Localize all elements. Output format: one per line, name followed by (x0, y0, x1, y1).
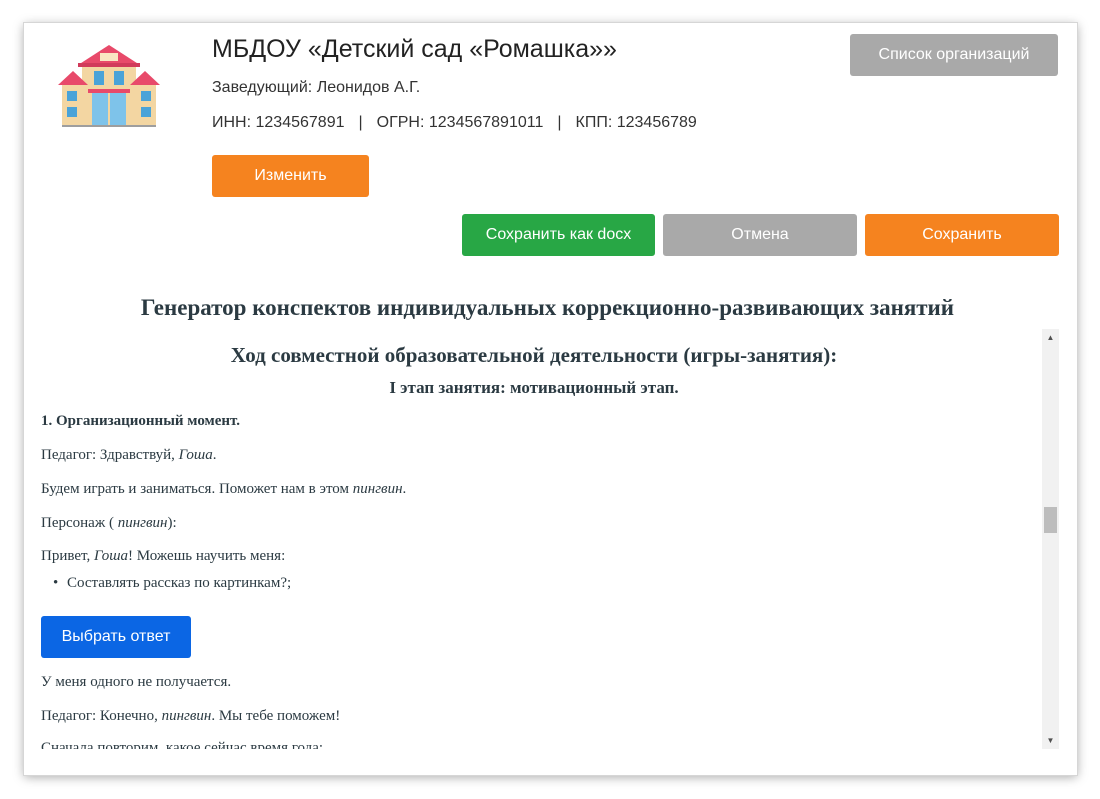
scroll-down-arrow-icon[interactable]: ▼ (1042, 732, 1059, 749)
inn-value: ИНН: 1234567891 (212, 114, 345, 131)
organization-ids: ИНН: 1234567891 | ОГРН: 1234567891011 | КПП:… (212, 114, 697, 132)
kindergarten-building-icon (58, 45, 160, 127)
generator-title: Генератор конспектов индивидуальных корр… (140, 295, 955, 320)
lesson-line: Будем играть и заниматься. Поможет нам в… (41, 481, 407, 497)
separator: | (557, 114, 562, 131)
character-name: пингвин (117, 515, 168, 531)
child-name: Гоша (178, 447, 213, 463)
kpp-value: КПП: 123456789 (575, 114, 697, 131)
child-name: Гоша (93, 548, 129, 564)
scroll-up-arrow-icon[interactable]: ▲ (1042, 329, 1059, 346)
lesson-line: Педагог: Конечно, пингвин. Мы тебе помож… (41, 708, 341, 724)
save-docx-button[interactable]: Сохранить как docx (462, 214, 655, 256)
ogrn-value: ОГРН: 1234567891011 (376, 114, 544, 131)
lesson-line: Привет, Гоша! Можешь научить меня: (41, 548, 286, 564)
course-heading: Ход совместной образовательной деятельно… (230, 343, 838, 367)
edit-button[interactable]: Изменить (212, 155, 369, 197)
organization-card: МБДОУ «Детский сад «Ромашка»» Заведующий… (24, 23, 1077, 775)
list-item: Составлять рассказ по картинкам?; (53, 575, 291, 592)
lesson-content[interactable]: Ход совместной образовательной деятельно… (24, 329, 1059, 749)
lesson-line: Сначала повторим, какое сейчас время год… (41, 740, 324, 749)
character-name: пингвин (161, 708, 212, 724)
scrollbar-thumb[interactable] (1044, 507, 1057, 533)
vertical-scrollbar[interactable]: ▲ ▼ (1042, 329, 1059, 749)
separator: | (358, 114, 363, 131)
section-heading: 1. Организационный момент. (41, 413, 241, 429)
lesson-line: Педагог: Здравствуй, Гоша. (41, 447, 217, 463)
choose-answer-button[interactable]: Выбрать ответ (41, 616, 191, 658)
character-name: пингвин (352, 481, 403, 497)
organization-name: МБДОУ «Детский сад «Ромашка»» (212, 35, 617, 63)
lesson-line: У меня одного не получается. (41, 674, 232, 690)
stage-heading: I этап занятия: мотивационный этап. (389, 378, 679, 397)
cancel-button[interactable]: Отмена (663, 214, 857, 256)
organization-head: Заведующий: Леонидов А.Г. (212, 79, 421, 96)
save-button[interactable]: Сохранить (865, 214, 1059, 256)
organization-list-button[interactable]: Список организаций (850, 34, 1058, 76)
lesson-line: Персонаж ( пингвин): (41, 515, 177, 531)
